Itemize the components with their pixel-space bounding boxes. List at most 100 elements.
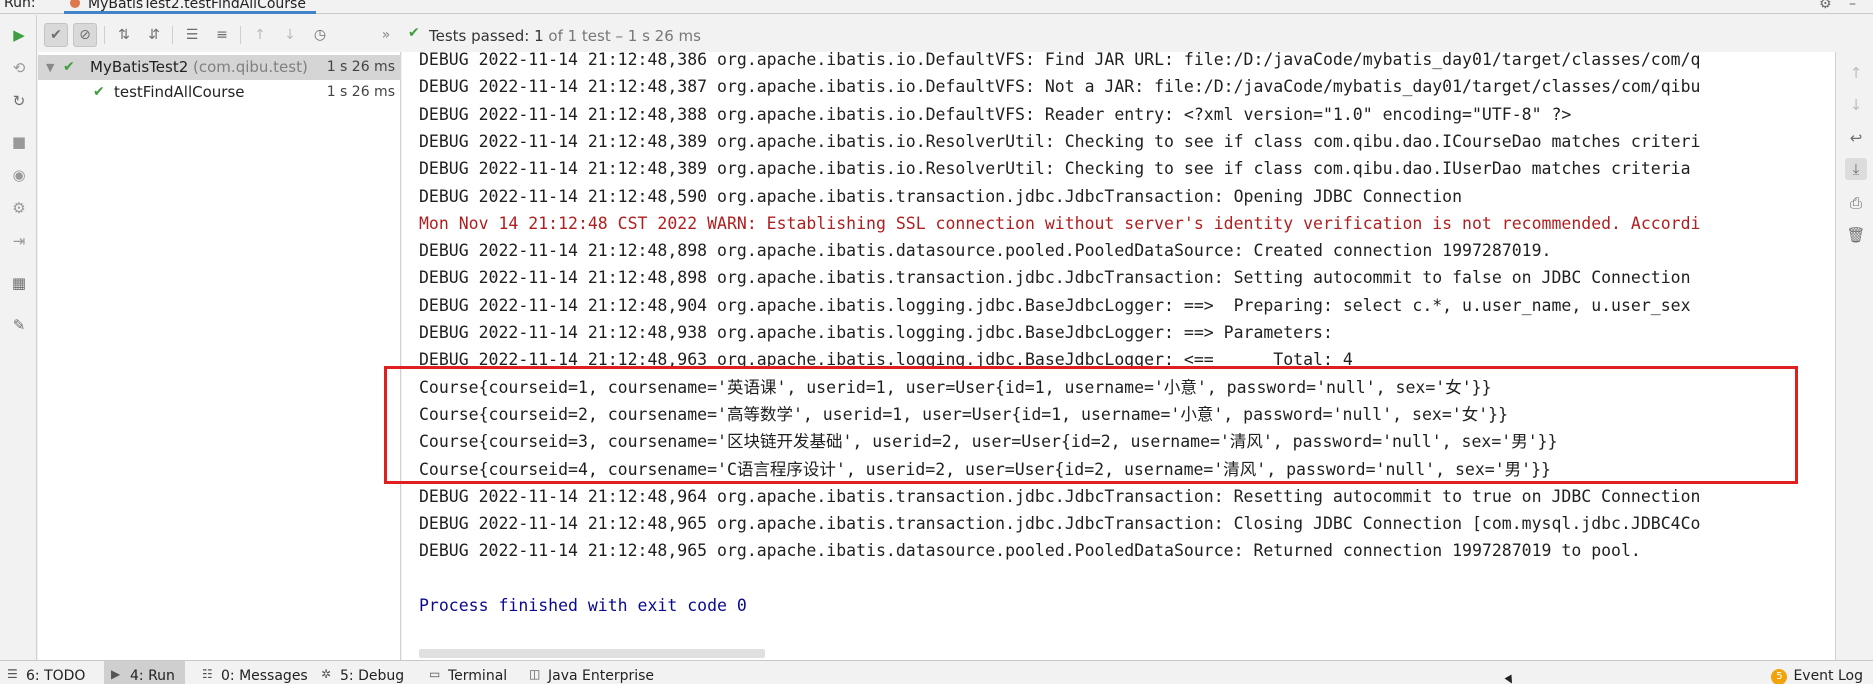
- toolbar-separator: [240, 26, 241, 44]
- root-class-name: MyBatisTest2: [90, 58, 189, 76]
- console-line: DEBUG 2022-11-14 21:12:48,965 org.apache…: [419, 541, 1641, 561]
- stop-icon[interactable]: ■: [9, 132, 29, 152]
- gear-icon[interactable]: ⚙: [1819, 0, 1833, 11]
- layout-icon[interactable]: ▦: [9, 273, 29, 293]
- previous-failed-icon[interactable]: ↑: [248, 23, 272, 47]
- tab-debug-label: 5: Debug: [340, 668, 405, 684]
- tab-terminal-label: Terminal: [448, 668, 508, 684]
- event-log-label: Event Log: [1793, 668, 1863, 684]
- toolbar-separator: [172, 26, 173, 44]
- tree-root-name: MyBatisTest2 (com.qibu.test): [90, 55, 308, 80]
- console-line: DEBUG 2022-11-14 21:12:48,898 org.apache…: [419, 241, 1552, 261]
- print-icon[interactable]: ⎙: [1845, 192, 1867, 214]
- right-action-strip: ↑ ↓ ↩ ⤓ ⎙ 🗑: [1835, 52, 1873, 660]
- sort-duration-icon[interactable]: ⇵: [142, 23, 166, 47]
- test-tree: ▼ ✔ MyBatisTest2 (com.qibu.test) 1 s 26 …: [38, 52, 401, 660]
- console-line: Course{courseid=2, coursename='高等数学', us…: [419, 404, 1509, 424]
- toggle-autotest-icon[interactable]: ↻: [9, 91, 29, 111]
- show-passed-icon[interactable]: ✔: [44, 23, 68, 47]
- passed-check-icon: ✔: [63, 59, 75, 75]
- tab-terminal[interactable]: ▭ Terminal: [422, 661, 517, 684]
- todo-icon: ☰: [7, 667, 18, 681]
- collapse-all-icon[interactable]: ≡: [210, 23, 234, 47]
- tests-passed-check-icon: ✔: [408, 25, 420, 41]
- status-prefix: Tests passed:: [429, 27, 530, 45]
- tool-window-bar: ☰ 6: TODO ▶ 4: Run ☷ 0: Messages ✲ 5: De…: [0, 660, 1873, 684]
- rerun-icon[interactable]: ▶: [9, 25, 29, 45]
- passed-check-icon: ✔: [93, 84, 105, 100]
- soft-wrap-icon[interactable]: ↩: [1845, 127, 1867, 149]
- java-enterprise-icon: ◫: [529, 667, 541, 681]
- console-line: Course{courseid=3, coursename='区块链开发基础',…: [419, 432, 1558, 452]
- console-line: DEBUG 2022-11-14 21:12:48,590 org.apache…: [419, 186, 1463, 206]
- test-history-icon[interactable]: ◷: [308, 23, 332, 47]
- terminal-icon: ▭: [429, 667, 441, 681]
- tree-row-test[interactable]: ✔ testFindAllCourse 1 s 26 ms: [38, 80, 401, 105]
- exit-icon[interactable]: ⇥: [9, 231, 29, 251]
- hide-icon[interactable]: –: [1849, 0, 1863, 11]
- event-log[interactable]: 5 Event Log: [1771, 661, 1863, 684]
- messages-icon: ☷: [202, 667, 213, 681]
- console-line: Mon Nov 14 21:12:48 CST 2022 WARN: Estab…: [419, 213, 1701, 233]
- console-line: DEBUG 2022-11-14 21:12:48,388 org.apache…: [419, 104, 1572, 124]
- console-line: Course{courseid=4, coursename='C语言程序设计',…: [419, 459, 1551, 479]
- tab-todo[interactable]: ☰ 6: TODO: [0, 661, 95, 684]
- run-config-tab-label: MyBatisTest2.testFindAllCourse: [88, 0, 306, 12]
- tab-run[interactable]: ▶ 4: Run: [104, 661, 185, 684]
- show-ignored-icon[interactable]: ⊘: [73, 23, 97, 47]
- debug-icon: ✲: [321, 667, 332, 681]
- tab-messages-label: 0: Messages: [221, 668, 308, 684]
- toolbar-separator: [104, 26, 105, 44]
- console-line: DEBUG 2022-11-14 21:12:48,938 org.apache…: [419, 323, 1343, 342]
- sort-alpha-icon[interactable]: ⇅: [112, 23, 136, 47]
- rerun-failed-icon[interactable]: ⟲: [9, 58, 29, 78]
- console-line: DEBUG 2022-11-14 21:12:48,389 org.apache…: [419, 131, 1701, 151]
- root-duration: 1 s 26 ms: [326, 59, 395, 75]
- tab-java-enterprise[interactable]: ◫ Java Enterprise: [522, 661, 664, 684]
- status-rest: of 1 test – 1 s 26 ms: [548, 27, 701, 45]
- console-line: DEBUG 2022-11-14 21:12:48,389 org.apache…: [419, 159, 1691, 179]
- event-log-badge: 5: [1771, 669, 1788, 684]
- tab-messages[interactable]: ☷ 0: Messages: [195, 661, 318, 684]
- expand-arrow-icon[interactable]: ▼: [46, 55, 54, 80]
- console-line: DEBUG 2022-11-14 21:12:48,898 org.apache…: [419, 268, 1691, 288]
- test-duration: 1 s 26 ms: [326, 84, 395, 100]
- run-titlebar: Run: MyBatisTest2.testFindAllCourse ⚙ –: [0, 0, 1873, 14]
- run-label: Run:: [4, 0, 36, 11]
- run-icon: ▶: [111, 667, 121, 681]
- tab-java-enterprise-label: Java Enterprise: [548, 668, 655, 684]
- console-line: DEBUG 2022-11-14 21:12:48,964 org.apache…: [419, 486, 1701, 506]
- more-icon[interactable]: »: [374, 23, 398, 47]
- console-output[interactable]: DEBUG 2022-11-14 21:12:48,386 org.apache…: [402, 52, 1835, 660]
- console-line: DEBUG 2022-11-14 21:12:48,387 org.apache…: [419, 77, 1701, 97]
- expand-all-icon[interactable]: ☰: [180, 23, 204, 47]
- pin-icon[interactable]: ✎: [9, 315, 29, 335]
- clear-all-icon[interactable]: 🗑: [1845, 224, 1867, 246]
- dump-threads-icon[interactable]: ◉: [9, 165, 29, 185]
- console-line: DEBUG 2022-11-14 21:12:48,963 org.apache…: [419, 350, 1353, 370]
- test-toolbar: ✔ ⊘ ⇅ ⇵ ☰ ≡ ↑ ↓ ◷ » ✔ Tests passed: 1 of…: [38, 15, 1835, 52]
- run-config-tab[interactable]: MyBatisTest2.testFindAllCourse: [64, 0, 316, 14]
- console-line: DEBUG 2022-11-14 21:12:48,386 org.apache…: [419, 52, 1701, 69]
- status-count: 1: [534, 27, 544, 45]
- ide-run-window: Run: MyBatisTest2.testFindAllCourse ⚙ – …: [0, 0, 1873, 684]
- test-method-name: testFindAllCourse: [114, 83, 245, 101]
- up-arrow-icon[interactable]: ↑: [1845, 62, 1867, 84]
- console-line: Course{courseid=1, coursename='英语课', use…: [419, 377, 1492, 397]
- test-status: Tests passed: 1 of 1 test – 1 s 26 ms: [429, 27, 701, 45]
- down-arrow-icon[interactable]: ↓: [1845, 94, 1867, 116]
- tab-todo-label: 6: TODO: [26, 668, 86, 684]
- console-line: Process finished with exit code 0: [419, 596, 747, 615]
- tab-run-label: 4: Run: [130, 668, 175, 684]
- console-line: DEBUG 2022-11-14 21:12:48,904 org.apache…: [419, 295, 1691, 315]
- root-package: (com.qibu.test): [193, 58, 308, 76]
- console-line: DEBUG 2022-11-14 21:12:48,965 org.apache…: [419, 514, 1701, 534]
- horizontal-scrollbar[interactable]: [419, 649, 765, 658]
- scroll-to-end-icon[interactable]: ⤓: [1845, 158, 1867, 180]
- tab-debug[interactable]: ✲ 5: Debug: [314, 661, 414, 684]
- junit-icon: [70, 0, 80, 8]
- settings-icon[interactable]: ⚙: [9, 198, 29, 218]
- next-failed-icon[interactable]: ↓: [278, 23, 302, 47]
- tree-row-root[interactable]: ▼ ✔ MyBatisTest2 (com.qibu.test) 1 s 26 …: [38, 55, 401, 80]
- left-action-strip: ▶ ⟲ ↻ ■ ◉ ⚙ ⇥ ▦ ✎: [0, 15, 37, 660]
